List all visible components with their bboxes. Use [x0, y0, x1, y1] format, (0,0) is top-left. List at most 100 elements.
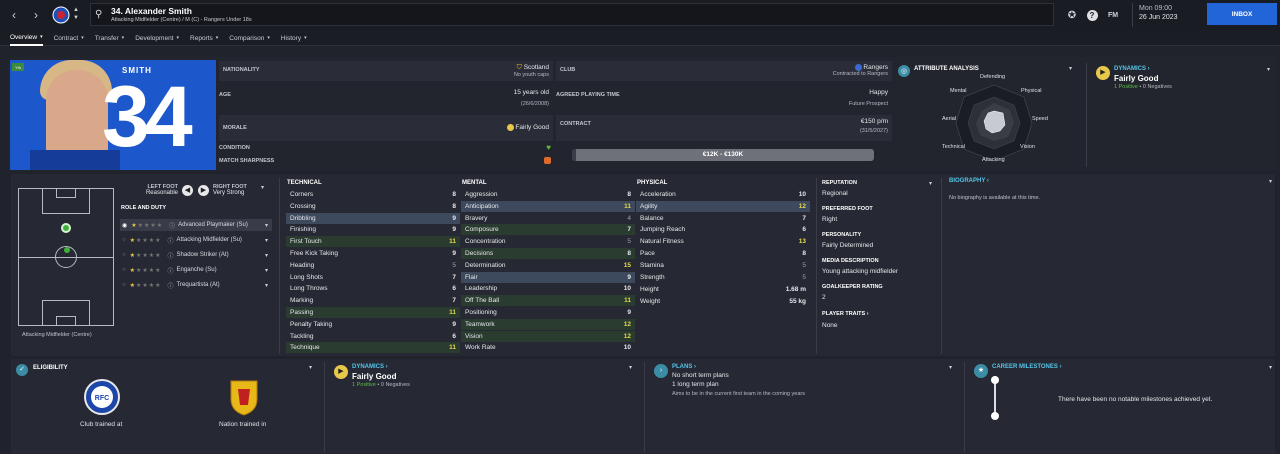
attribute-row-positioning[interactable]: Positioning 9	[461, 307, 635, 318]
role-row[interactable]: ○ ★★★★★ ⓘ Shadow Striker (At) ▾	[120, 249, 272, 261]
tab-history[interactable]: History ▾	[281, 30, 307, 46]
preferred-foot-value: Right	[822, 216, 838, 223]
technical-attributes: TECHNICAL Corners 8 Crossing 8 Dribbling 9 Fin…	[286, 178, 460, 356]
dynamics-link[interactable]: DYNAMICS ›	[1114, 66, 1150, 72]
biography-link[interactable]: BIOGRAPHY ›	[949, 178, 989, 184]
reputation-value: Regional	[822, 190, 848, 197]
attribute-row-agility[interactable]: Agility 12	[636, 200, 810, 212]
plans-link[interactable]: PLANS ›	[672, 364, 696, 370]
attribute-value: 7	[452, 273, 456, 281]
role-row[interactable]: ○ ★★★★★ ⓘ Trequartista (At) ▾	[120, 279, 272, 291]
attribute-row-determination[interactable]: Determination 15	[461, 260, 635, 271]
attribute-name: Acceleration	[640, 191, 676, 198]
chevron-down-icon[interactable]: ▾	[929, 180, 932, 187]
tab-development[interactable]: Development ▾	[135, 30, 179, 46]
chevron-down-icon[interactable]: ▾	[261, 184, 264, 191]
chevron-down-icon[interactable]: ▾	[1069, 65, 1072, 72]
attribute-row-pace[interactable]: Pace 8	[636, 248, 810, 259]
goalkeeper-rating-label: GOALKEEPER RATING	[822, 284, 883, 290]
back-icon[interactable]: ‹	[4, 5, 24, 25]
attribute-row-work-rate[interactable]: Work Rate 10	[461, 342, 635, 353]
dynamics-link[interactable]: DYNAMICS ›	[352, 364, 388, 370]
attribute-row-concentration[interactable]: Concentration 5	[461, 236, 635, 247]
milestone-dot	[991, 376, 999, 384]
value-range: €12K - €130K	[702, 151, 744, 158]
chevron-down-icon[interactable]: ▾	[309, 364, 312, 371]
date-time[interactable]: Mon 09:00 26 Jun 2023	[1132, 3, 1202, 27]
milestones-link[interactable]: CAREER MILESTONES ›	[992, 364, 1062, 370]
attribute-row-balance[interactable]: Balance 7	[636, 213, 810, 224]
profile-panel: REPUTATION ▾ Regional PREFERRED FOOT Rig…	[822, 178, 938, 356]
role-row[interactable]: ◉ ★★★★★ ⓘ Advanced Playmaker (Su) ▾	[120, 219, 272, 231]
attribute-row-corners[interactable]: Corners 8	[286, 189, 460, 200]
attribute-value: 9	[627, 273, 631, 281]
rangers-crest-icon: RFC	[84, 379, 120, 415]
tab-contract[interactable]: Contract ▾	[54, 30, 84, 46]
attribute-row-stamina[interactable]: Stamina 5	[636, 260, 810, 271]
shirt-number: 34	[102, 69, 193, 165]
attribute-name: Free Kick Taking	[290, 250, 338, 257]
club-value[interactable]: Rangers	[863, 64, 888, 71]
attribute-row-crossing[interactable]: Crossing 8	[286, 201, 460, 212]
tab-comparison[interactable]: Comparison ▾	[229, 30, 270, 46]
attribute-row-acceleration[interactable]: Acceleration 10	[636, 189, 810, 200]
help-icon[interactable]: ?	[1082, 5, 1102, 25]
attribute-row-technique[interactable]: Technique 11	[286, 342, 460, 354]
attribute-row-off-the-ball[interactable]: Off The Ball 11	[461, 295, 635, 307]
forward-icon[interactable]: ›	[26, 5, 46, 25]
club-crest-icon[interactable]	[52, 5, 70, 25]
tab-reports[interactable]: Reports ▾	[190, 30, 218, 46]
role-row[interactable]: ○ ★★★★★ ⓘ Enganche (Su) ▾	[120, 264, 272, 276]
attribute-row-flair[interactable]: Flair 9	[461, 271, 635, 283]
attribute-row-decisions[interactable]: Decisions 8	[461, 248, 635, 259]
tab-transfer[interactable]: Transfer ▾	[95, 30, 124, 46]
attribute-row-vision[interactable]: Vision 12	[461, 330, 635, 342]
inbox-button[interactable]: INBOX	[1207, 3, 1277, 25]
attribute-row-heading[interactable]: Heading 5	[286, 260, 460, 271]
up-down-icon[interactable]: ▲ ▼	[72, 6, 80, 24]
attribute-row-natural-fitness[interactable]: Natural Fitness 13	[636, 236, 810, 247]
attribute-row-anticipation[interactable]: Anticipation 11	[461, 200, 635, 212]
chevron-down-icon[interactable]: ▾	[1269, 364, 1272, 371]
attribute-row-teamwork[interactable]: Teamwork 12	[461, 318, 635, 330]
attribute-name: Agility	[640, 202, 658, 210]
attribute-row-leadership[interactable]: Leadership 10	[461, 283, 635, 294]
attribute-name: Leadership	[465, 285, 498, 293]
attribute-row-penalty-taking[interactable]: Penalty Taking 9	[286, 319, 460, 330]
attribute-value: 7	[627, 226, 631, 234]
player-traits-value: None	[822, 322, 838, 329]
current-date: 26 Jun 2023	[1139, 14, 1178, 21]
attribute-name: Anticipation	[465, 202, 499, 210]
attribute-value: 10	[623, 285, 631, 293]
radar-icon: ◎	[898, 65, 910, 77]
attribute-row-dribbling[interactable]: Dribbling 9	[286, 212, 460, 224]
attribute-row-bravery[interactable]: Bravery 4	[461, 213, 635, 224]
attribute-row-jumping-reach[interactable]: Jumping Reach 6	[636, 224, 810, 235]
attribute-row-long-shots[interactable]: Long Shots 7	[286, 272, 460, 283]
player-title: 34. Alexander Smith	[111, 6, 192, 16]
chevron-down-icon[interactable]: ▾	[1269, 178, 1272, 185]
player-header-box[interactable]: ⚲ 34. Alexander Smith Attacking Midfield…	[90, 3, 1054, 26]
attribute-row-aggression[interactable]: Aggression 8	[461, 189, 635, 200]
role-row[interactable]: ○ ★★★★★ ⓘ Attacking Midfielder (Su) ▾	[120, 234, 272, 246]
fm-menu-button[interactable]: FM	[1103, 5, 1123, 25]
globe-icon[interactable]: ✪	[1062, 5, 1082, 25]
tab-overview[interactable]: Overview ▾	[10, 30, 43, 46]
contract-row: CONTRACT €150 p/m (31/5/2027)	[556, 115, 892, 141]
attribute-row-free-kick-taking[interactable]: Free Kick Taking 9	[286, 248, 460, 259]
attribute-row-tackling[interactable]: Tackling 6	[286, 331, 460, 342]
attribute-row-long-throws[interactable]: Long Throws 6	[286, 283, 460, 294]
attribute-row-passing[interactable]: Passing 11	[286, 307, 460, 318]
attribute-row-first-touch[interactable]: First Touch 11	[286, 236, 460, 248]
player-traits-link[interactable]: PLAYER TRAITS ›	[822, 311, 869, 317]
attribute-name: Finishing	[290, 226, 317, 234]
attribute-row-composure[interactable]: Composure 7	[461, 224, 635, 236]
position-dot-primary	[61, 223, 71, 233]
attribute-row-strength[interactable]: Strength 5	[636, 272, 810, 283]
chevron-down-icon[interactable]: ▾	[629, 364, 632, 371]
weight-row: Weight 55 kg	[640, 298, 806, 305]
attribute-row-finishing[interactable]: Finishing 9	[286, 224, 460, 235]
chevron-down-icon[interactable]: ▾	[1267, 66, 1270, 73]
chevron-down-icon[interactable]: ▾	[949, 364, 952, 371]
attribute-row-marking[interactable]: Marking 7	[286, 295, 460, 306]
